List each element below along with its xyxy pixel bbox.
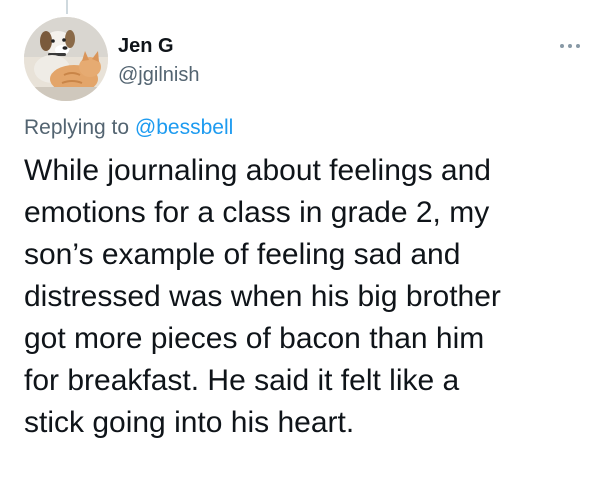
display-name[interactable]: Jen G [118, 34, 199, 58]
replying-to-label: Replying to [24, 116, 130, 139]
replying-to-line: Replying to @bessbell [24, 114, 233, 142]
avatar[interactable] [24, 17, 108, 101]
reply-mention-link[interactable]: @bessbell [135, 116, 233, 139]
tweet-text: While journaling about feelings and emot… [24, 154, 501, 439]
user-handle[interactable]: @jgilnish [118, 62, 199, 88]
dog-and-cat-photo-icon [24, 17, 108, 101]
author-info: Jen G @jgilnish [118, 34, 199, 88]
more-options-icon[interactable] [559, 38, 581, 48]
tweet: Jen G @jgilnish Replying to @bessbell Wh… [0, 0, 599, 480]
